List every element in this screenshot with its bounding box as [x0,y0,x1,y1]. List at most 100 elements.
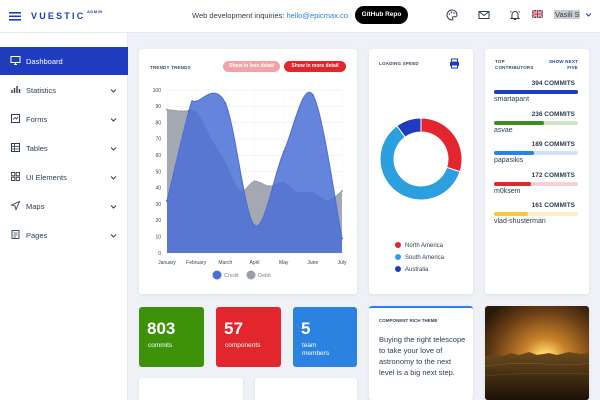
x-tick-label: April [249,260,259,266]
stat-team-members: 5 team members [293,307,357,367]
y-tick-label: 10 [155,235,161,241]
partial-card-left [139,378,243,400]
legend-label: South America [405,255,445,261]
sidebar-item-label: UI Elements [26,173,67,182]
y-tick-label: 60 [155,153,161,159]
sidebar-item-ui-elements[interactable]: UI Elements [0,163,128,191]
contributor-progress-fill [494,151,535,155]
stat-value: 57 [224,319,243,338]
grid-icon [11,172,20,181]
data-point [268,185,271,188]
sidebar-item-label: Maps [26,202,45,211]
y-tick-label: 100 [153,88,162,94]
x-tick-label: March [218,260,232,266]
user-name[interactable]: Vasili S [554,10,581,19]
contributors-card: TOP CONTRIBUTORS SHOW NEXT FIVE 394 COMMIT… [485,49,589,294]
contributors-title: TOP CONTRIBUTORS [495,59,534,70]
y-tick-label: 40 [155,186,161,192]
contributor-name: papasikis [494,157,524,164]
palette-icon[interactable] [446,9,458,21]
github-repo-button[interactable]: GitHub Repo [355,6,408,24]
x-tick-label: January [158,260,176,266]
chevron-down-icon[interactable] [585,11,592,18]
rich-card-text: Buying the right telescope to take your … [379,335,466,377]
stat-components: 57 components [216,307,281,367]
sidebar-item-dashboard[interactable]: Dashboard [0,47,128,75]
stat-label: commits [148,342,173,349]
sidebar-item-maps[interactable]: Maps [0,192,128,220]
bell-icon[interactable] [509,9,521,21]
chevron-down-icon [110,118,117,122]
contributor-progress-bar [494,90,578,94]
contributor-commits: 161 COMMITS [531,202,575,209]
legend-marker [395,254,401,260]
contributor-commits: 172 COMMITS [531,171,575,179]
contributor-progress-bar [494,181,578,186]
x-tick-label: February [186,260,207,266]
loading-speed-donut: North America South America Australia [379,117,463,273]
x-tick-label: May [279,260,289,266]
inquiry-text: Web development inquiries: hello@epicmax… [192,11,348,20]
show-next-five-link[interactable]: SHOW NEXT FIVE [548,59,578,70]
legend-label: Australia [405,267,429,273]
legend-marker [395,242,401,248]
sidebar-item-label: Pages [26,231,48,240]
data-point [166,108,168,111]
contributor-commits: 236 COMMITS [531,110,575,118]
stat-commits: 803 commits [139,307,204,367]
bar-chart-icon [11,86,21,93]
sidebar-item-forms[interactable]: Forms [0,105,128,133]
contributor-progress-bar [494,151,578,155]
sidebar-item-label: Dashboard [26,57,63,66]
mail-icon[interactable] [478,9,490,21]
data-point [282,150,285,153]
contributor-progress-bar [494,120,578,125]
flag-uk-icon[interactable] [532,10,543,18]
send-icon [10,200,21,211]
contributor-progress-fill [494,212,529,216]
trend-card: TRENDY TRENDS Show in less detail Show i… [139,49,357,294]
stat-value: 803 [147,319,176,338]
sidebar-item-label: Statistics [26,86,57,95]
rich-card-title: COMPONENT RICH THEME [379,318,438,323]
sidebar-item-pages[interactable]: Pages [0,221,128,249]
top-navbar: VUESTIC ADMIN Web development inquiries:… [0,0,600,33]
legend-label: Debit [258,273,271,279]
data-point [224,102,227,105]
brand-sub: ADMIN [87,9,103,14]
legend-marker [212,270,222,280]
data-point [311,93,314,96]
contributor-progress-fill [494,90,578,94]
menu-icon[interactable] [8,9,22,23]
inquiry-email-link[interactable]: hello@epicmax.co [287,11,348,20]
sidebar-item-label: Tables [26,144,48,153]
legend-label: North America [405,243,444,249]
contributor-progress-fill [494,181,531,186]
y-tick-label: 80 [155,120,161,126]
contributor-name: vlad-shusterman [494,218,546,225]
sidebar-item-statistics[interactable]: Statistics [0,76,128,104]
stat-label: components [225,342,261,349]
brand-logo[interactable]: VUESTIC [31,11,85,21]
photo-card [485,306,589,400]
contributor-commits: 189 COMMITS [531,141,575,148]
data-point [166,199,168,202]
y-tick-label: 90 [155,104,161,110]
data-point [253,180,256,183]
chevron-down-icon [110,234,117,238]
stat-value: 5 [301,319,311,338]
chevron-down-icon [110,176,117,180]
x-tick-label: June [307,260,318,266]
data-point [180,110,183,113]
pages-icon [11,230,20,239]
sidebar-item-tables[interactable]: Tables [0,134,128,162]
contributor-name: m0ksem [494,187,521,195]
loading-speed-card: LOADING SPEED North America South America… [369,49,473,294]
y-tick-label: 50 [155,169,161,175]
contributor-progress-fill [494,120,545,125]
table-icon [11,143,20,152]
y-tick-label: 0 [158,251,161,257]
y-tick-label: 20 [155,218,161,224]
chevron-down-icon [110,89,117,93]
data-point [341,237,343,240]
